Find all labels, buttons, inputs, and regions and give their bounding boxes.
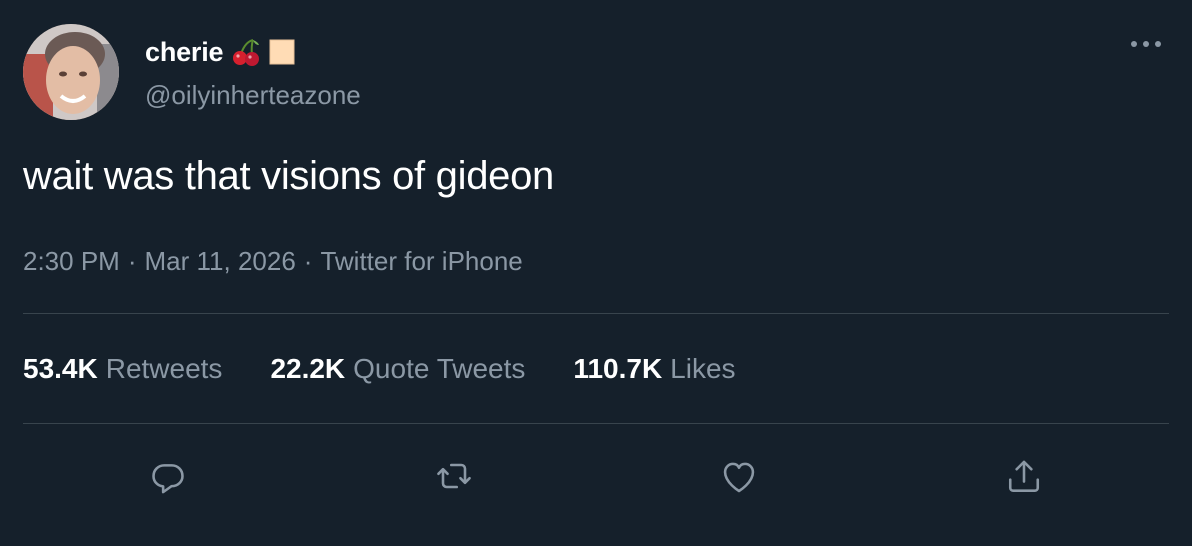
quote-tweets-count: 22.2K [270,353,346,384]
likes-stat[interactable]: 110.7K Likes [573,353,735,385]
quote-tweets-stat[interactable]: 22.2K Quote Tweets [270,353,525,385]
cherries-emoji [231,38,261,66]
more-options-button[interactable] [1126,32,1166,56]
action-bar [0,448,1192,504]
user-handle[interactable]: @oilyinherteazone [145,80,361,111]
name-row: cherie [145,34,295,70]
likes-label: Likes [670,353,736,384]
share-icon [1008,460,1040,492]
reply-button[interactable] [140,448,196,504]
retweet-icon [437,463,471,489]
retweets-label: Retweets [105,353,223,384]
divider [23,313,1169,314]
tweet-time[interactable]: 2:30 PM [23,246,120,277]
meta-separator: · [127,246,137,276]
tweet-source[interactable]: Twitter for iPhone [320,246,522,277]
quote-tweets-label: Quote Tweets [353,353,526,384]
divider [23,423,1169,424]
retweets-stat[interactable]: 53.4K Retweets [23,353,222,385]
like-button[interactable] [711,448,767,504]
meta-separator: · [303,246,313,276]
more-icon [1131,41,1161,47]
avatar-image [23,24,119,120]
display-name[interactable]: cherie [145,37,224,68]
retweet-button[interactable] [426,448,482,504]
likes-count: 110.7K [573,353,663,384]
engagement-stats: 53.4K Retweets 22.2K Quote Tweets 110.7K… [23,353,784,385]
skin-tone-square-emoji [269,38,295,66]
tweet-card: cherie @oilyinherteazone wait was that v… [0,0,1192,546]
share-button[interactable] [996,448,1052,504]
retweets-count: 53.4K [23,353,98,384]
reply-icon [152,464,184,494]
tweet-meta: 2:30 PM · Mar 11, 2026 · Twitter for iPh… [23,246,523,277]
avatar[interactable] [23,24,119,120]
like-icon [723,462,755,493]
tweet-date[interactable]: Mar 11, 2026 [145,246,296,277]
tweet-text: wait was that visions of gideon [23,154,554,198]
